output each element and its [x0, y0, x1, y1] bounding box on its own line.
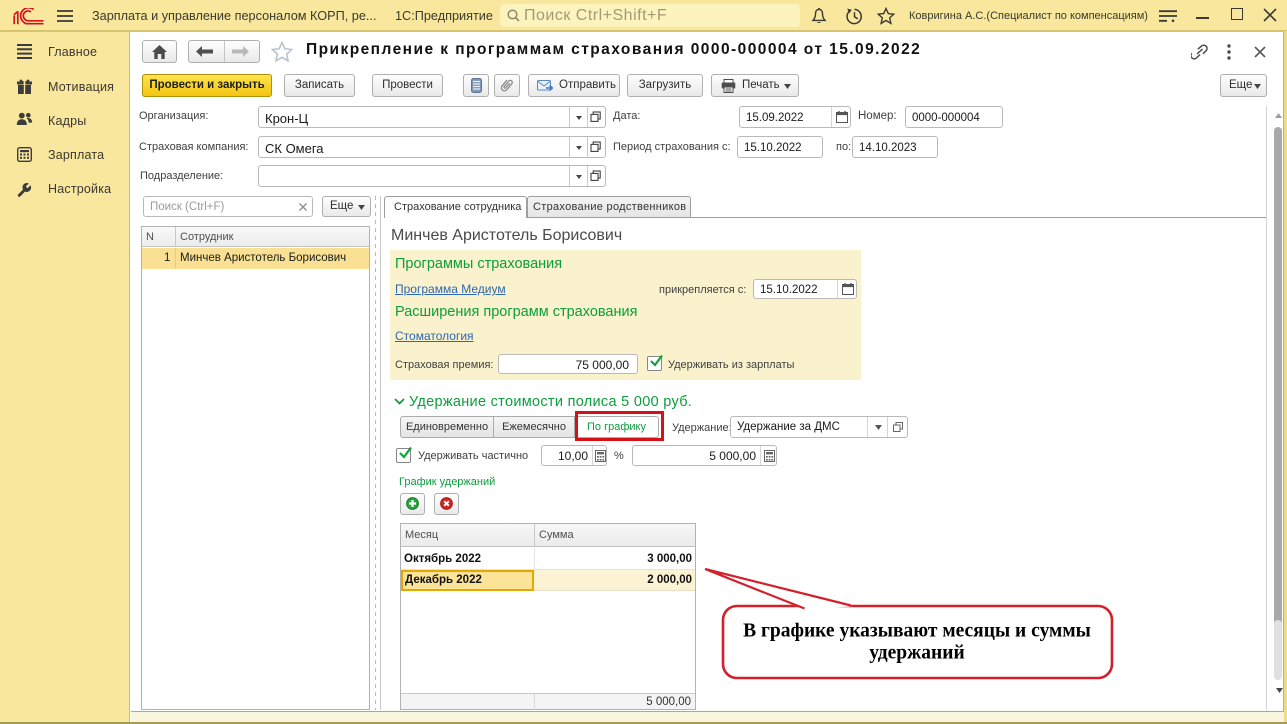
svg-text:В графике указывают месяцы и с: В графике указывают месяцы и суммы [743, 621, 1091, 642]
svg-text:удержаний: удержаний [869, 643, 964, 664]
